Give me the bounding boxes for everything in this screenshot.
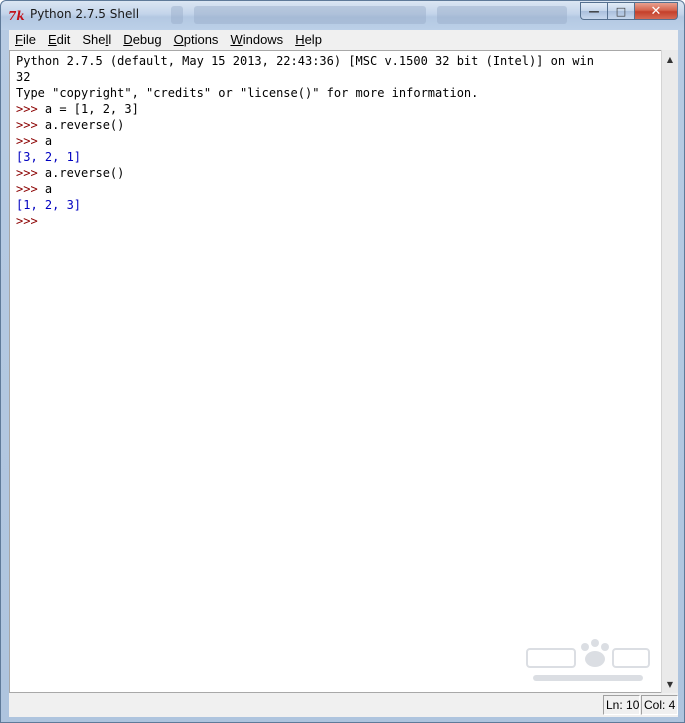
- maximize-button[interactable]: □: [607, 2, 634, 20]
- shell-prompt: >>>: [16, 118, 45, 132]
- menu-bar: File Edit Shell Debug Options Windows Help: [9, 30, 678, 50]
- window-controls: — □ ✕: [580, 2, 678, 21]
- shell-input-text: a = [1, 2, 3]: [44, 102, 139, 116]
- menu-options[interactable]: Options: [168, 30, 225, 50]
- menu-debug[interactable]: Debug: [117, 30, 167, 50]
- menu-edit[interactable]: Edit: [42, 30, 76, 50]
- maximize-icon: □: [615, 4, 627, 18]
- menu-windows[interactable]: Windows: [224, 30, 289, 50]
- shell-input-text: a: [44, 182, 53, 196]
- shell-prompt: >>>: [16, 166, 45, 180]
- shell-line-input: >>>: [16, 213, 594, 229]
- shell-line-input: >>> a.reverse(): [16, 165, 594, 181]
- baidu-watermark-logo: [526, 639, 650, 681]
- background-window-title: [194, 6, 426, 24]
- background-window-title: [437, 6, 567, 24]
- shell-input-text: a: [44, 134, 53, 148]
- background-window-icon: [171, 6, 183, 24]
- shell-prompt: >>>: [16, 182, 45, 196]
- shell-input-text: a.reverse(): [44, 118, 125, 132]
- shell-output[interactable]: Python 2.7.5 (default, May 15 2013, 22:4…: [16, 53, 594, 229]
- shell-line-banner: Type "copyright", "credits" or "license(…: [16, 86, 479, 100]
- shell-text-area[interactable]: Python 2.7.5 (default, May 15 2013, 22:4…: [9, 50, 661, 693]
- menu-file[interactable]: File: [9, 30, 42, 50]
- scroll-down-arrow-icon[interactable]: ▼: [662, 676, 678, 692]
- minimize-button[interactable]: —: [580, 2, 607, 20]
- shell-line-input: >>> a.reverse(): [16, 117, 594, 133]
- shell-line-output: [1, 2, 3]: [16, 198, 82, 212]
- close-button[interactable]: ✕: [634, 2, 678, 20]
- close-icon: ✕: [650, 3, 662, 19]
- shell-input-text: a.reverse(): [44, 166, 125, 180]
- shell-prompt: >>>: [16, 102, 45, 116]
- vertical-scrollbar[interactable]: ▲ ▼: [661, 50, 678, 693]
- shell-line-output: [3, 2, 1]: [16, 150, 82, 164]
- menu-shell[interactable]: Shell: [76, 30, 117, 50]
- status-column-number: Col: 4: [641, 695, 678, 715]
- shell-line-input: >>> a: [16, 181, 594, 197]
- shell-line-banner: Python 2.7.5 (default, May 15 2013, 22:4…: [16, 54, 594, 68]
- shell-prompt: >>>: [16, 134, 45, 148]
- title-bar[interactable]: 7k Python 2.7.5 Shell — □ ✕: [1, 1, 684, 30]
- menu-help[interactable]: Help: [289, 30, 328, 50]
- scroll-up-arrow-icon[interactable]: ▲: [662, 51, 678, 67]
- shell-line-input: >>> a: [16, 133, 594, 149]
- minimize-icon: —: [588, 4, 600, 18]
- status-bar: Ln: 10 Col: 4: [9, 693, 678, 717]
- status-line-number: Ln: 10: [603, 695, 640, 715]
- shell-prompt: >>>: [16, 214, 45, 228]
- shell-line-banner: 32: [16, 70, 31, 84]
- shell-line-input: >>> a = [1, 2, 3]: [16, 101, 594, 117]
- window-title: Python 2.7.5 Shell: [30, 7, 140, 21]
- tk-icon[interactable]: 7k: [8, 8, 26, 24]
- idle-shell-window: 7k Python 2.7.5 Shell — □ ✕ File Edit Shel…: [0, 0, 685, 723]
